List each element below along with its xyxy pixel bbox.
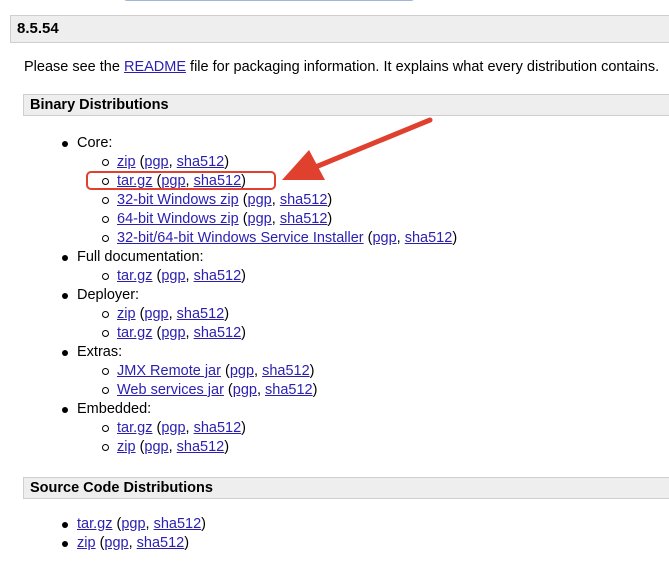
annotation-arrow bbox=[282, 117, 433, 180]
arrow-shaft bbox=[315, 117, 433, 169]
